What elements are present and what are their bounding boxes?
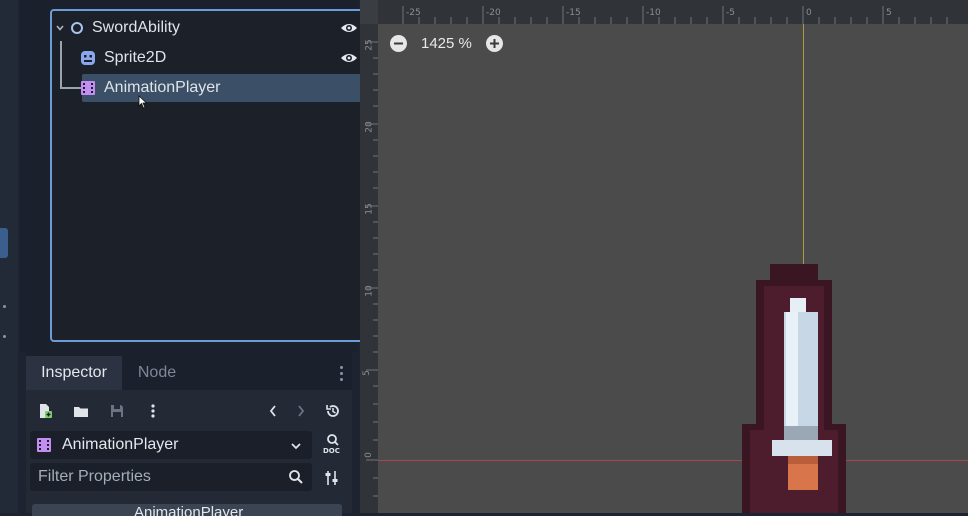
tree-connector	[60, 87, 82, 89]
object-history-icon[interactable]	[324, 402, 342, 420]
section-header-label: AnimationPlayer	[134, 504, 244, 516]
inspector-tabbar: Inspector Node	[26, 352, 352, 390]
sprite2d-icon	[80, 50, 96, 66]
canvas-viewport[interactable]: -25 -20 -15 -10 -5 0 5 25 20 15 10 5 0 1…	[360, 0, 968, 513]
new-resource-icon[interactable]	[36, 402, 54, 420]
zoom-controls: 1425 %	[390, 33, 503, 53]
inspector-dock: Inspector Node AnimationPlayer DOC Filte…	[26, 352, 352, 516]
chevron-down-icon	[290, 439, 302, 457]
node2d-circle-icon	[70, 21, 84, 35]
tree-item-label: AnimationPlayer	[104, 79, 221, 96]
left-dock-tab[interactable]	[0, 228, 8, 258]
inspector-section-header[interactable]: AnimationPlayer	[32, 504, 342, 516]
visibility-eye-icon[interactable]	[340, 50, 357, 66]
left-dock-strip	[0, 0, 18, 513]
tree-item-label: SwordAbility	[92, 19, 181, 36]
filter-properties-input[interactable]	[30, 463, 312, 491]
open-folder-icon[interactable]	[72, 402, 90, 420]
animation-player-icon	[80, 80, 96, 96]
dock-dot	[3, 335, 6, 338]
mouse-cursor-icon	[138, 95, 148, 114]
ruler-vertical[interactable]: 25 20 15 10 5 0	[360, 0, 378, 513]
tree-item-animationplayer[interactable]: AnimationPlayer	[80, 73, 364, 103]
tree-item-label: Sprite2D	[104, 49, 167, 66]
x-axis-line	[378, 460, 968, 461]
selected-node-dropdown[interactable]: AnimationPlayer	[30, 431, 312, 459]
ruler-corner	[360, 0, 378, 24]
sword-sprite[interactable]	[738, 264, 878, 513]
dock-menu-icon[interactable]	[340, 366, 344, 384]
doc-label: DOC	[323, 447, 340, 455]
tree-connector	[60, 41, 62, 89]
selected-node-label: AnimationPlayer	[62, 436, 179, 453]
tree-item-swordability[interactable]: SwordAbility	[54, 13, 364, 43]
zoom-in-icon[interactable]	[485, 34, 503, 52]
ruler-ticks	[366, 41, 378, 497]
tab-node[interactable]: Node	[122, 356, 192, 390]
tree-item-sprite2d[interactable]: Sprite2D	[80, 43, 364, 73]
property-tools-icon[interactable]	[324, 469, 340, 492]
zoom-level-label[interactable]: 1425 %	[421, 35, 472, 52]
history-back-icon[interactable]	[264, 402, 282, 420]
animation-player-icon	[36, 437, 52, 453]
history-forward-icon[interactable]	[292, 402, 310, 420]
scene-dock: SwordAbility Sprite2D AnimationPlayer	[20, 0, 366, 352]
ruler-horizontal[interactable]: -25 -20 -15 -10 -5 0 5	[360, 0, 968, 24]
ruler-ticks	[402, 6, 948, 24]
dock-dot	[3, 305, 6, 308]
doc-search-icon[interactable]: DOC	[322, 432, 342, 458]
more-options-icon[interactable]	[144, 402, 162, 420]
save-icon[interactable]	[108, 402, 126, 420]
collapse-chevron-icon[interactable]	[54, 22, 66, 34]
zoom-out-icon[interactable]	[390, 34, 407, 52]
visibility-eye-icon[interactable]	[340, 20, 357, 36]
tab-inspector[interactable]: Inspector	[26, 356, 122, 390]
search-icon[interactable]	[288, 469, 304, 490]
scene-tree[interactable]: SwordAbility Sprite2D AnimationPlayer	[50, 9, 366, 342]
